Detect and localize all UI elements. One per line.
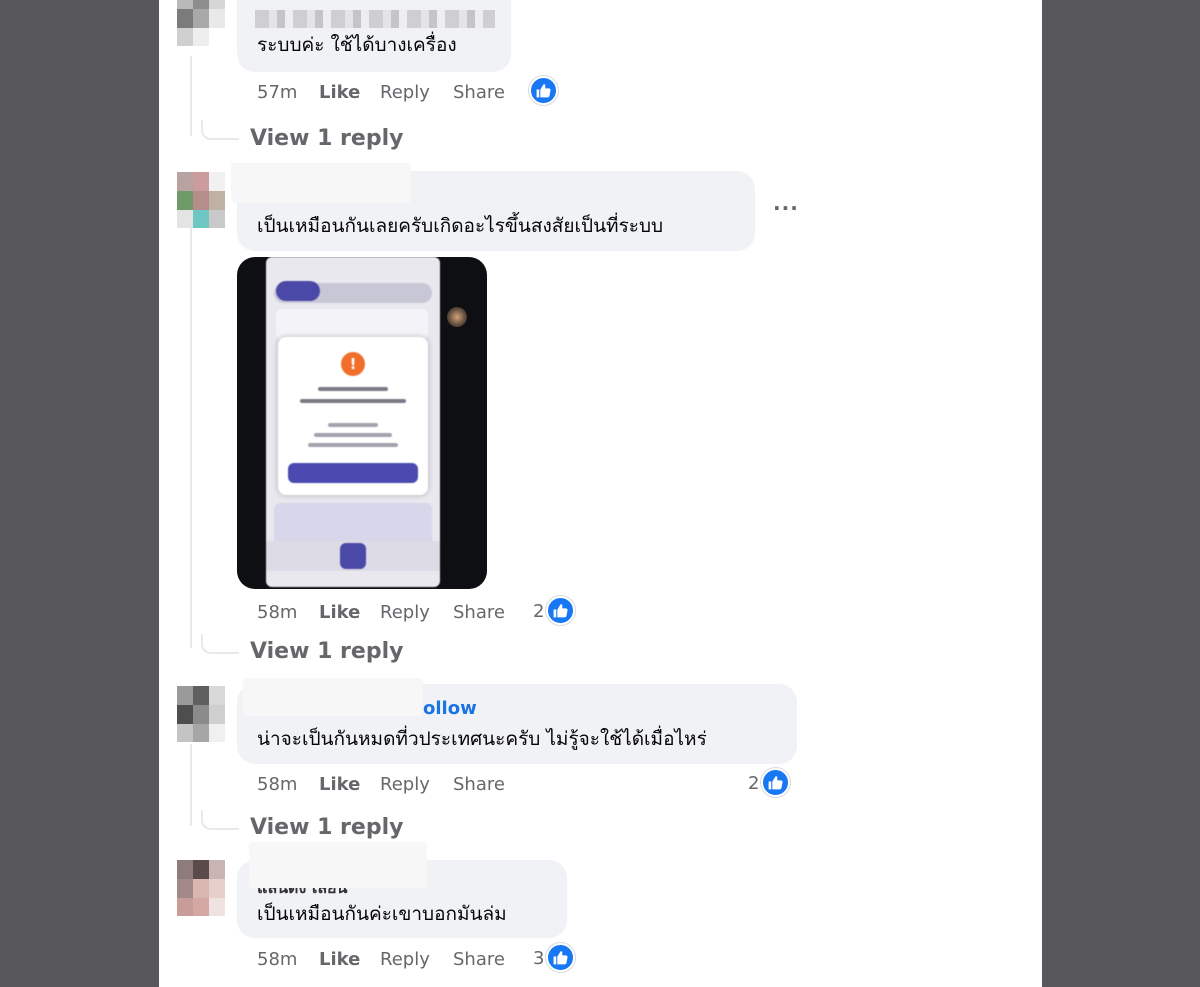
comment-photo[interactable]: ! — [237, 257, 487, 589]
avatar[interactable] — [177, 172, 225, 228]
like-thumbs-up-icon[interactable] — [761, 768, 790, 797]
reply-connector — [201, 120, 239, 140]
reaction-count[interactable]: 2 — [533, 601, 544, 622]
dialog-line — [328, 423, 378, 427]
alert-dialog: ! — [278, 337, 428, 495]
app-tab-active — [276, 281, 320, 301]
avatar[interactable] — [177, 0, 225, 46]
reply-button[interactable]: Reply — [380, 602, 430, 623]
share-button[interactable]: Share — [453, 82, 505, 103]
reply-connector — [201, 634, 239, 654]
share-button[interactable]: Share — [453, 949, 505, 970]
thread-line — [190, 744, 192, 826]
more-horizontal-icon[interactable]: ··· — [773, 196, 799, 220]
commenter-name-redacted — [243, 678, 423, 716]
comment-timestamp[interactable]: 58m — [257, 774, 297, 795]
like-thumbs-up-icon[interactable] — [546, 596, 575, 625]
comment-text: เป็นเหมือนกันเลยครับเกิดอะไรขึ้นสงสัยเป็… — [257, 215, 664, 237]
commenter-name-redacted — [249, 842, 427, 888]
like-button[interactable]: Like — [319, 602, 360, 623]
share-button[interactable]: Share — [453, 602, 505, 623]
warning-icon: ! — [341, 352, 365, 376]
dialog-line — [318, 387, 388, 391]
thread-line — [190, 228, 192, 648]
app-scan-button — [340, 543, 366, 569]
like-button[interactable]: Like — [319, 949, 360, 970]
wallet-card — [276, 309, 428, 339]
comment-timestamp[interactable]: 57m — [257, 82, 297, 103]
reaction-count[interactable]: 2 — [748, 773, 759, 794]
like-button[interactable]: Like — [319, 774, 360, 795]
view-replies-link[interactable]: View 1 reply — [250, 815, 403, 840]
like-thumbs-up-icon[interactable] — [529, 76, 558, 105]
thread-line — [190, 56, 192, 136]
commenter-name-redacted — [255, 10, 495, 28]
commenter-name-redacted — [231, 163, 411, 203]
reply-connector — [201, 810, 239, 830]
view-replies-link[interactable]: View 1 reply — [250, 639, 403, 664]
view-replies-link[interactable]: View 1 reply — [250, 126, 403, 151]
dialog-line — [314, 433, 392, 437]
reply-button[interactable]: Reply — [380, 82, 430, 103]
dialog-ok-button — [288, 463, 418, 483]
reply-button[interactable]: Reply — [380, 774, 430, 795]
comments-panel: ระบบค่ะ ใช้ได้บางเครื่อง 57m Like Reply … — [159, 0, 1042, 987]
comment-text: เป็นเหมือนกันค่ะเขาบอกมันล่ม — [257, 903, 507, 925]
dialog-line — [300, 399, 406, 403]
avatar[interactable] — [177, 860, 225, 916]
comment-text: น่าจะเป็นกันหมดที่วประเทศนะครับ ไม่รู้จะ… — [257, 728, 707, 750]
comment-timestamp[interactable]: 58m — [257, 602, 297, 623]
comment-text: ระบบค่ะ ใช้ได้บางเครื่อง — [257, 34, 457, 56]
reaction-count[interactable]: 3 — [533, 948, 544, 969]
phone-screen: ! — [266, 257, 440, 587]
avatar[interactable] — [177, 686, 225, 742]
dialog-line — [308, 443, 398, 447]
light-reflection — [447, 307, 467, 327]
like-button[interactable]: Like — [319, 82, 360, 103]
comment-timestamp[interactable]: 58m — [257, 949, 297, 970]
share-button[interactable]: Share — [453, 774, 505, 795]
follow-button[interactable]: ollow — [423, 698, 477, 719]
like-thumbs-up-icon[interactable] — [546, 943, 575, 972]
reply-button[interactable]: Reply — [380, 949, 430, 970]
